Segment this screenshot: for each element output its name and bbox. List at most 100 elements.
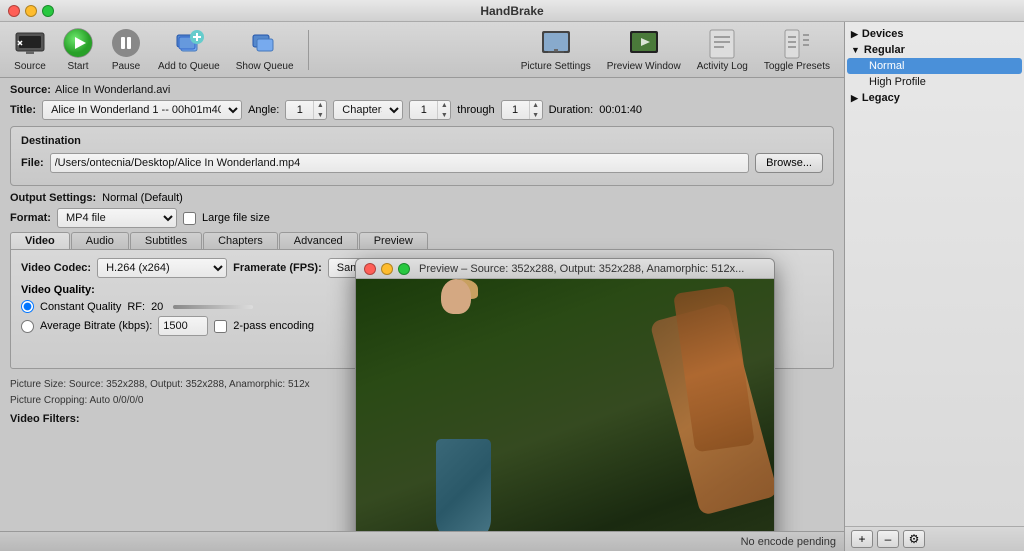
- angle-arrows[interactable]: ▲ ▼: [314, 100, 326, 120]
- maximize-button[interactable]: [42, 5, 54, 17]
- sidebar-group-devices[interactable]: ▶ Devices: [845, 26, 1024, 42]
- format-select[interactable]: MP4 file: [57, 208, 177, 228]
- output-settings-preset: Normal (Default): [102, 192, 183, 204]
- avg-bitrate-label: Average Bitrate (kbps):: [40, 320, 152, 332]
- chapter-to-spinner[interactable]: 1 ▲ ▼: [501, 100, 543, 120]
- sidebar-item-high-profile[interactable]: High Profile: [845, 74, 1024, 90]
- sidebar-group-legacy[interactable]: ▶ Legacy: [845, 90, 1024, 106]
- file-path-input[interactable]: [50, 153, 750, 173]
- file-label: File:: [21, 157, 44, 169]
- chapter-from-up[interactable]: ▲: [438, 100, 450, 110]
- activity-log-button[interactable]: Activity Log: [691, 24, 754, 75]
- remove-preset-button[interactable]: –: [877, 530, 899, 548]
- format-row: Format: MP4 file Large file size: [10, 208, 834, 228]
- preset-settings-button[interactable]: ⚙: [903, 530, 925, 548]
- tab-video[interactable]: Video: [10, 232, 70, 249]
- preview-scene: [356, 279, 774, 531]
- through-label: through: [457, 104, 494, 116]
- angle-value: 1: [286, 100, 314, 120]
- close-button[interactable]: [8, 5, 20, 17]
- chapter-from-down[interactable]: ▼: [438, 110, 450, 120]
- activity-log-icon: [706, 27, 738, 59]
- legacy-arrow-icon: ▶: [851, 93, 858, 104]
- regular-arrow-icon: ▼: [851, 45, 860, 55]
- title-row: Title: Alice In Wonderland 1 -- 00h01m40…: [10, 100, 834, 120]
- preview-title: Preview – Source: 352x288, Output: 352x2…: [419, 263, 744, 275]
- start-button[interactable]: Start: [56, 24, 100, 75]
- twopass-label: 2-pass encoding: [233, 320, 314, 332]
- title-label: Title:: [10, 104, 36, 116]
- toggle-presets-label: Toggle Presets: [764, 61, 830, 72]
- show-queue-button[interactable]: Show Queue: [230, 24, 300, 75]
- angle-spinner[interactable]: 1 ▲ ▼: [285, 100, 327, 120]
- source-icon: [14, 27, 46, 59]
- minimize-button[interactable]: [25, 5, 37, 17]
- tab-chapters[interactable]: Chapters: [203, 232, 278, 249]
- picture-settings-button[interactable]: Picture Settings: [515, 24, 597, 75]
- preview-window-button[interactable]: Preview Window: [601, 24, 687, 75]
- add-preset-button[interactable]: +: [851, 530, 873, 548]
- angle-label: Angle:: [248, 104, 279, 116]
- source-value: Alice In Wonderland.avi: [55, 84, 170, 96]
- pause-button[interactable]: Pause: [104, 24, 148, 75]
- output-settings-label: Output Settings:: [10, 192, 96, 204]
- app-body: Source S: [0, 22, 1024, 551]
- chapter-from-spinner[interactable]: 1 ▲ ▼: [409, 100, 451, 120]
- main-content: Source S: [0, 22, 844, 551]
- status-bar: No encode pending: [0, 531, 844, 551]
- preview-close-button[interactable]: [364, 263, 376, 275]
- title-bar: HandBrake: [0, 0, 1024, 22]
- figure-dress: [436, 439, 491, 531]
- activity-log-label: Activity Log: [697, 61, 748, 72]
- preview-window[interactable]: Preview – Source: 352x288, Output: 352x2…: [355, 258, 775, 531]
- preview-window-icon: [628, 27, 660, 59]
- destination-title: Destination: [21, 135, 823, 147]
- tab-audio[interactable]: Audio: [71, 232, 129, 249]
- constant-quality-radio[interactable]: [21, 300, 34, 313]
- sidebar-item-normal[interactable]: Normal: [847, 58, 1022, 74]
- rf-value: 20: [151, 301, 163, 313]
- toolbar-separator: [308, 30, 309, 70]
- toggle-presets-button[interactable]: Toggle Presets: [758, 24, 836, 75]
- duration-value: 00:01:40: [599, 104, 642, 116]
- sidebar-regular-label: Regular: [864, 44, 905, 56]
- preview-minimize-button[interactable]: [381, 263, 393, 275]
- avg-bitrate-radio[interactable]: [21, 320, 34, 333]
- picture-settings-label: Picture Settings: [521, 61, 591, 72]
- toggle-presets-icon: [781, 27, 813, 59]
- sidebar-group-regular[interactable]: ▼ Regular: [845, 42, 1024, 58]
- destination-row: File: Browse...: [21, 153, 823, 173]
- codec-select[interactable]: H.264 (x264): [97, 258, 227, 278]
- source-row: Source: Alice In Wonderland.avi: [10, 84, 834, 96]
- tab-subtitles[interactable]: Subtitles: [130, 232, 202, 249]
- preview-titlebar: Preview – Source: 352x288, Output: 352x2…: [356, 259, 774, 279]
- preview-video: [356, 279, 774, 531]
- chapter-to-up[interactable]: ▲: [530, 100, 542, 110]
- tab-advanced[interactable]: Advanced: [279, 232, 358, 249]
- twopass-checkbox[interactable]: [214, 320, 227, 333]
- add-to-queue-button[interactable]: Add to Queue: [152, 24, 226, 75]
- large-file-checkbox[interactable]: [183, 212, 196, 225]
- toolbar-right: Picture Settings Preview Window: [515, 24, 836, 75]
- tab-preview[interactable]: Preview: [359, 232, 428, 249]
- app-title: HandBrake: [480, 4, 543, 18]
- sidebar: ▶ Devices ▼ Regular Normal High Profile …: [844, 22, 1024, 551]
- title-select[interactable]: Alice In Wonderland 1 -- 00h01m40s: [42, 100, 242, 120]
- chapter-to-down[interactable]: ▼: [530, 110, 542, 120]
- toolbar: Source S: [0, 22, 844, 78]
- preview-maximize-button[interactable]: [398, 263, 410, 275]
- quality-slider[interactable]: [173, 305, 253, 309]
- rf-label: RF:: [127, 301, 145, 313]
- angle-up[interactable]: ▲: [314, 100, 326, 110]
- content-panel: Source: Alice In Wonderland.avi Title: A…: [0, 78, 844, 531]
- start-label: Start: [67, 61, 88, 72]
- browse-button[interactable]: Browse...: [755, 153, 823, 173]
- bitrate-input[interactable]: [158, 316, 208, 336]
- chapter-from-value: 1: [410, 100, 438, 120]
- angle-down[interactable]: ▼: [314, 110, 326, 120]
- chapters-select[interactable]: Chapters: [333, 100, 403, 120]
- chapter-from-arrows[interactable]: ▲ ▼: [438, 100, 450, 120]
- chapter-to-arrows[interactable]: ▲ ▼: [530, 100, 542, 120]
- source-button[interactable]: Source: [8, 24, 52, 75]
- sidebar-devices-label: Devices: [862, 28, 904, 40]
